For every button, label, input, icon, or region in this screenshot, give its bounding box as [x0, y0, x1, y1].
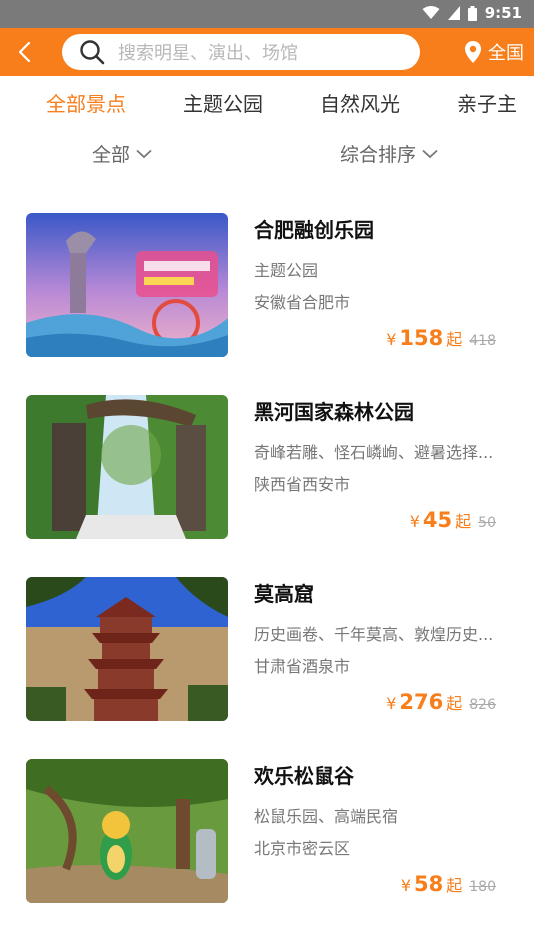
- price-value: 45: [422, 508, 453, 532]
- attraction-info: 欢乐松鼠谷 松鼠乐园、高端民宿 北京市密云区: [254, 760, 514, 859]
- attraction-location: 甘肃省酒泉市: [254, 657, 351, 676]
- attraction-list: 合肥融创乐园 主题公园 安徽省合肥市 ¥ 158 起 418 黑河国家森林公园 …: [0, 196, 534, 924]
- original-price: 826: [469, 697, 496, 713]
- attraction-name: 莫高窟: [254, 582, 314, 606]
- price-value: 58: [414, 872, 444, 896]
- list-item[interactable]: 莫高窟 历史画卷、千年莫高、敦煌历史... 甘肃省酒泉市 ¥ 276 起 826: [0, 560, 534, 742]
- currency-symbol: ¥: [386, 694, 397, 713]
- wifi-icon: [422, 6, 440, 19]
- status-time: 9:51: [484, 4, 522, 22]
- location-selector[interactable]: 全国: [464, 36, 524, 68]
- tab-natural-scenery[interactable]: 自然风光: [320, 88, 400, 117]
- search-icon: [78, 38, 106, 66]
- price-suffix: 起: [455, 512, 472, 531]
- battery-icon: [467, 5, 477, 21]
- attraction-photo: [26, 759, 228, 903]
- signal-icon: [447, 6, 460, 20]
- attraction-tags: 历史画卷、千年莫高、敦煌历史...: [254, 625, 494, 644]
- price-suffix: 起: [446, 694, 463, 713]
- location-pin-icon: [465, 41, 481, 63]
- original-price: 50: [478, 515, 496, 531]
- price: ¥ 158 起 418: [386, 326, 496, 350]
- currency-symbol: ¥: [386, 330, 397, 349]
- back-button[interactable]: [8, 34, 40, 70]
- chevron-left-icon: [18, 41, 31, 63]
- tab-family[interactable]: 亲子主: [457, 88, 517, 117]
- list-item[interactable]: 合肥融创乐园 主题公园 安徽省合肥市 ¥ 158 起 418: [0, 196, 534, 378]
- attraction-name: 黑河国家森林公园: [254, 400, 414, 424]
- attraction-tags: 松鼠乐园、高端民宿: [254, 807, 399, 826]
- price: ¥ 45 起 50: [410, 508, 496, 532]
- attraction-photo: [26, 213, 228, 357]
- attraction-info: 莫高窟 历史画卷、千年莫高、敦煌历史... 甘肃省酒泉市: [254, 578, 514, 677]
- original-price: 418: [469, 333, 496, 349]
- attraction-name: 合肥融创乐园: [254, 218, 374, 242]
- price: ¥ 276 起 826: [386, 690, 496, 714]
- status-icons: 9:51: [422, 4, 522, 22]
- attraction-location: 陕西省西安市: [254, 475, 351, 494]
- location-label: 全国: [488, 43, 524, 64]
- attraction-photo: [26, 577, 228, 721]
- category-filter[interactable]: 全部: [92, 140, 152, 167]
- category-filter-label: 全部: [92, 144, 131, 166]
- price-suffix: 起: [446, 330, 463, 349]
- tab-theme-parks[interactable]: 主题公园: [183, 88, 263, 117]
- price-value: 158: [399, 326, 444, 350]
- attraction-name: 欢乐松鼠谷: [254, 764, 354, 788]
- sort-filter-label: 综合排序: [340, 144, 417, 166]
- attraction-info: 黑河国家森林公园 奇峰若雕、怪石嶙峋、避暑选择... 陕西省西安市: [254, 396, 514, 495]
- category-tabs: 全部景点 主题公园 自然风光 亲子主: [0, 76, 534, 130]
- currency-symbol: ¥: [400, 876, 412, 895]
- chevron-down-icon: [422, 149, 438, 158]
- price: ¥ 58 起 180: [401, 872, 496, 896]
- price-value: 276: [399, 690, 444, 714]
- price-suffix: 起: [446, 876, 463, 895]
- tab-all-attractions[interactable]: 全部景点: [46, 88, 126, 117]
- original-price: 180: [469, 879, 496, 895]
- top-bar: 搜索明星、演出、场馆 全国: [0, 28, 534, 76]
- search-placeholder: 搜索明星、演出、场馆: [118, 43, 298, 64]
- attraction-photo: [26, 395, 228, 539]
- attraction-info: 合肥融创乐园 主题公园 安徽省合肥市: [254, 214, 514, 313]
- filter-bar: 全部 综合排序: [0, 130, 534, 180]
- search-input[interactable]: 搜索明星、演出、场馆: [62, 34, 420, 70]
- list-item[interactable]: 欢乐松鼠谷 松鼠乐园、高端民宿 北京市密云区 ¥ 58 起 180: [0, 742, 534, 924]
- sort-filter[interactable]: 综合排序: [340, 140, 438, 167]
- attraction-location: 安徽省合肥市: [254, 293, 351, 312]
- chevron-down-icon: [136, 149, 152, 158]
- attraction-location: 北京市密云区: [254, 839, 351, 858]
- attraction-tags: 主题公园: [254, 261, 319, 280]
- currency-symbol: ¥: [409, 512, 420, 531]
- attraction-tags: 奇峰若雕、怪石嶙峋、避暑选择...: [254, 443, 494, 462]
- list-item[interactable]: 黑河国家森林公园 奇峰若雕、怪石嶙峋、避暑选择... 陕西省西安市 ¥ 45 起…: [0, 378, 534, 560]
- status-bar: 9:51: [0, 0, 534, 28]
